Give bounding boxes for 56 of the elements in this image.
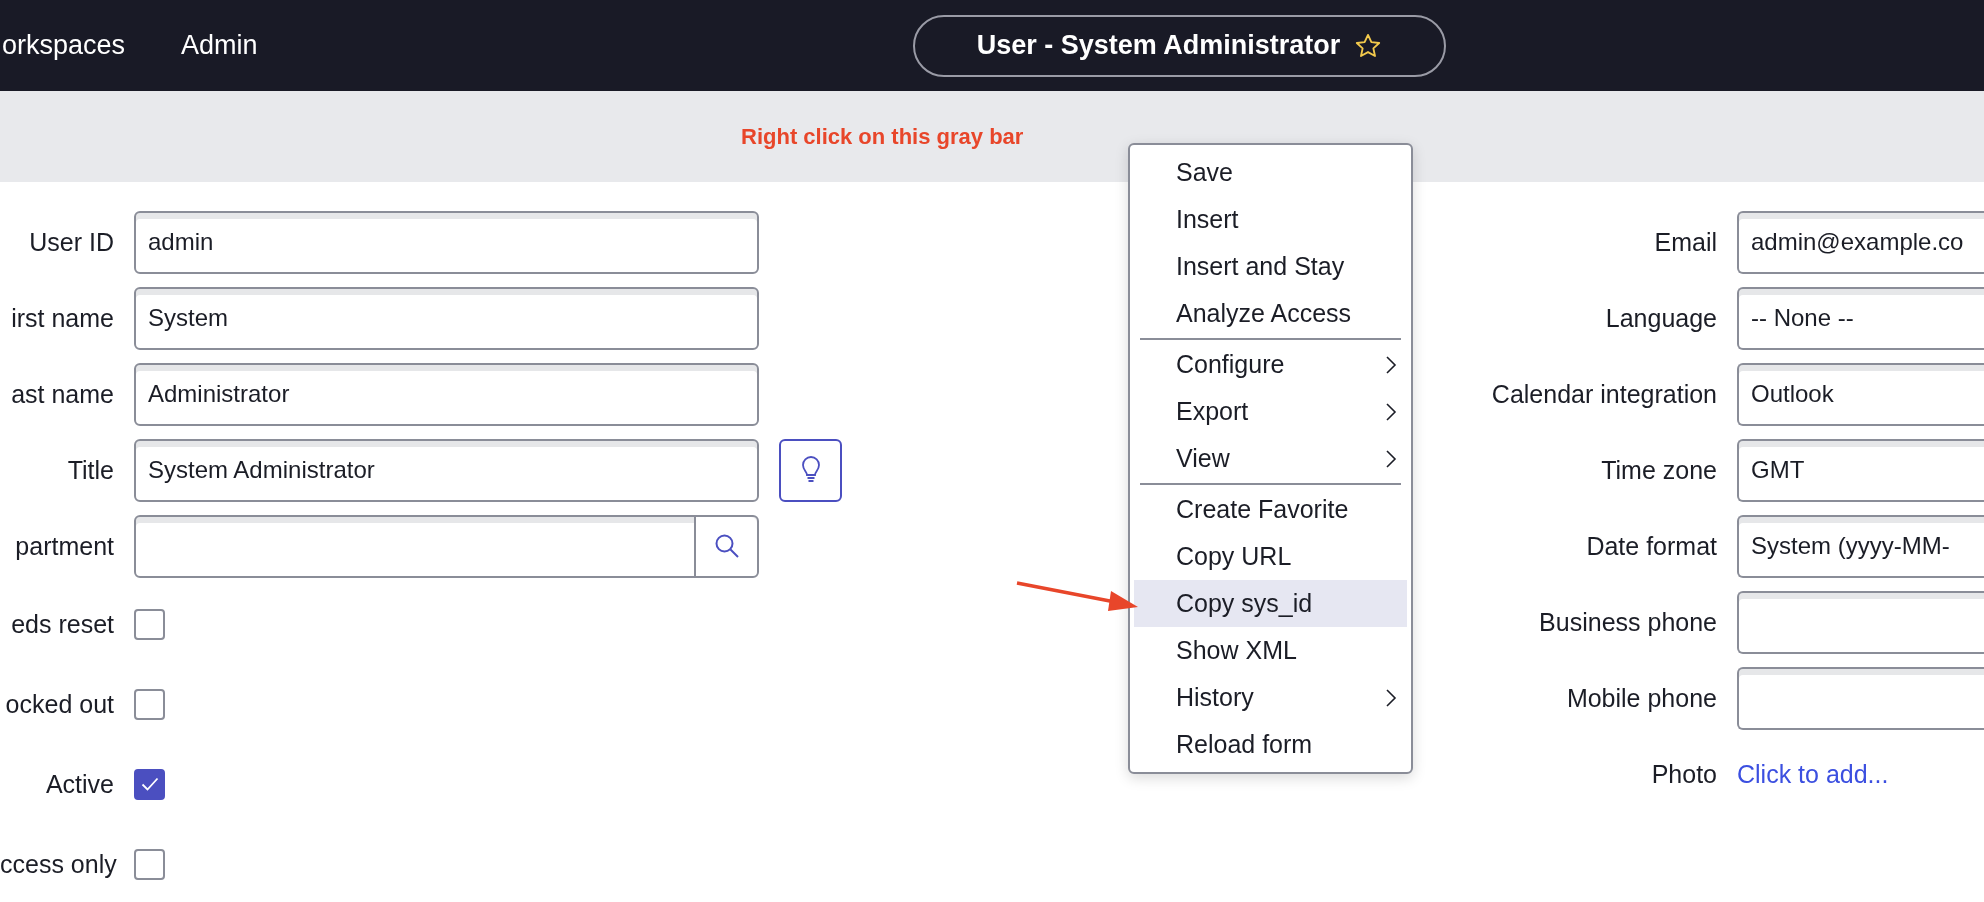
checkbox[interactable]	[134, 848, 165, 880]
menu-item[interactable]: Create Favorite	[1134, 486, 1407, 533]
field-label: Date format	[1585, 531, 1717, 561]
menu-item[interactable]: Insert and Stay	[1134, 243, 1407, 290]
field-label: eds reset	[10, 609, 114, 639]
field-label: Calendar integration	[1490, 379, 1717, 409]
check-icon	[140, 777, 159, 791]
checkbox[interactable]	[134, 608, 165, 640]
instruction-text: Right click on this gray bar	[741, 123, 1024, 150]
menu-item[interactable]: Copy URL	[1134, 533, 1407, 580]
checkbox[interactable]	[134, 768, 165, 800]
checkbox[interactable]	[134, 688, 165, 720]
menu-item[interactable]: History	[1134, 674, 1407, 721]
field-label: Email	[1653, 227, 1717, 257]
menu-item[interactable]: Export	[1134, 388, 1407, 435]
menu-item[interactable]: Reload form	[1134, 721, 1407, 768]
field-label: ast name	[10, 379, 114, 409]
field-label: partment	[14, 531, 114, 561]
lightbulb-icon	[799, 456, 822, 484]
search-icon	[713, 533, 740, 559]
menu-item[interactable]: Configure	[1134, 341, 1407, 388]
menu-item[interactable]: Copy sys_id	[1134, 580, 1407, 627]
field-label: Title	[66, 455, 114, 485]
text-field[interactable]: admin@example.co	[1737, 210, 1984, 274]
field-label: irst name	[10, 303, 114, 333]
menu-item[interactable]: Show XML	[1134, 627, 1407, 674]
record-title-button[interactable]: User - System Administrator	[913, 14, 1446, 77]
text-field[interactable]: Administrator	[134, 362, 759, 426]
menu-item[interactable]: View	[1134, 435, 1407, 482]
reference-field[interactable]	[134, 514, 759, 578]
text-field[interactable]: System Administrator	[134, 438, 759, 502]
text-field[interactable]: GMT	[1737, 438, 1984, 502]
menu-item[interactable]: Analyze Access	[1134, 290, 1407, 337]
text-field[interactable]	[1737, 590, 1984, 654]
text-field[interactable]: System (yyyy-MM-	[1737, 514, 1984, 578]
text-field[interactable]: System	[134, 286, 759, 350]
text-field[interactable]: -- None --	[1737, 286, 1984, 350]
field-label: Mobile phone	[1565, 683, 1717, 713]
menu-item[interactable]: Insert	[1134, 196, 1407, 243]
field-label: Business phone	[1538, 607, 1717, 637]
menu-item[interactable]: Save	[1134, 149, 1407, 196]
add-photo-link[interactable]: Click to add...	[1737, 759, 1889, 789]
field-label: Language	[1604, 303, 1717, 333]
field-label: Active	[44, 769, 114, 799]
field-label: ocked out	[4, 689, 114, 719]
lookup-button[interactable]	[694, 516, 757, 576]
nav-item[interactable]: orkspaces	[2, 30, 126, 61]
nav-item[interactable]: Admin	[181, 30, 258, 61]
field-label: Photo	[1650, 759, 1717, 789]
text-field[interactable]	[1737, 666, 1984, 730]
field-label: Time zone	[1600, 455, 1717, 485]
suggestion-button[interactable]	[779, 438, 842, 502]
text-field[interactable]: Outlook	[1737, 362, 1984, 426]
field-label: User ID	[28, 227, 114, 257]
star-icon[interactable]	[1354, 31, 1383, 60]
text-field[interactable]: admin	[134, 210, 759, 274]
